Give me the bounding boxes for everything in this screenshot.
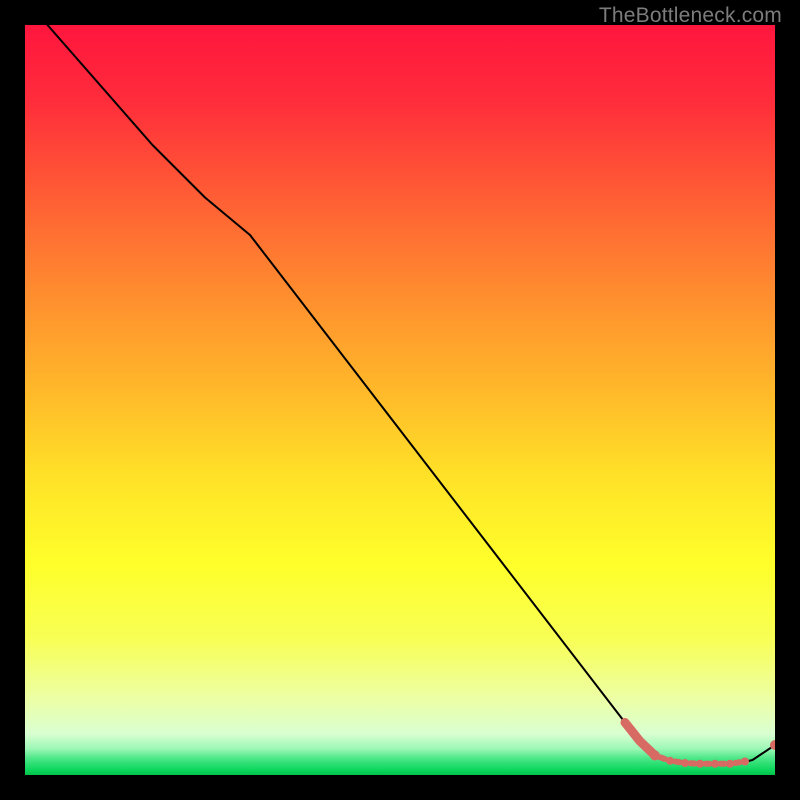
chart-svg bbox=[25, 25, 775, 775]
trough-dash bbox=[675, 762, 680, 763]
gradient-background bbox=[25, 25, 775, 775]
trough-dash bbox=[735, 762, 740, 763]
chart-stage: TheBottleneck.com bbox=[0, 0, 800, 800]
plot-area bbox=[25, 25, 775, 775]
trough-dash bbox=[660, 757, 665, 759]
watermark-text: TheBottleneck.com bbox=[599, 4, 782, 28]
trough-dot bbox=[741, 758, 749, 766]
